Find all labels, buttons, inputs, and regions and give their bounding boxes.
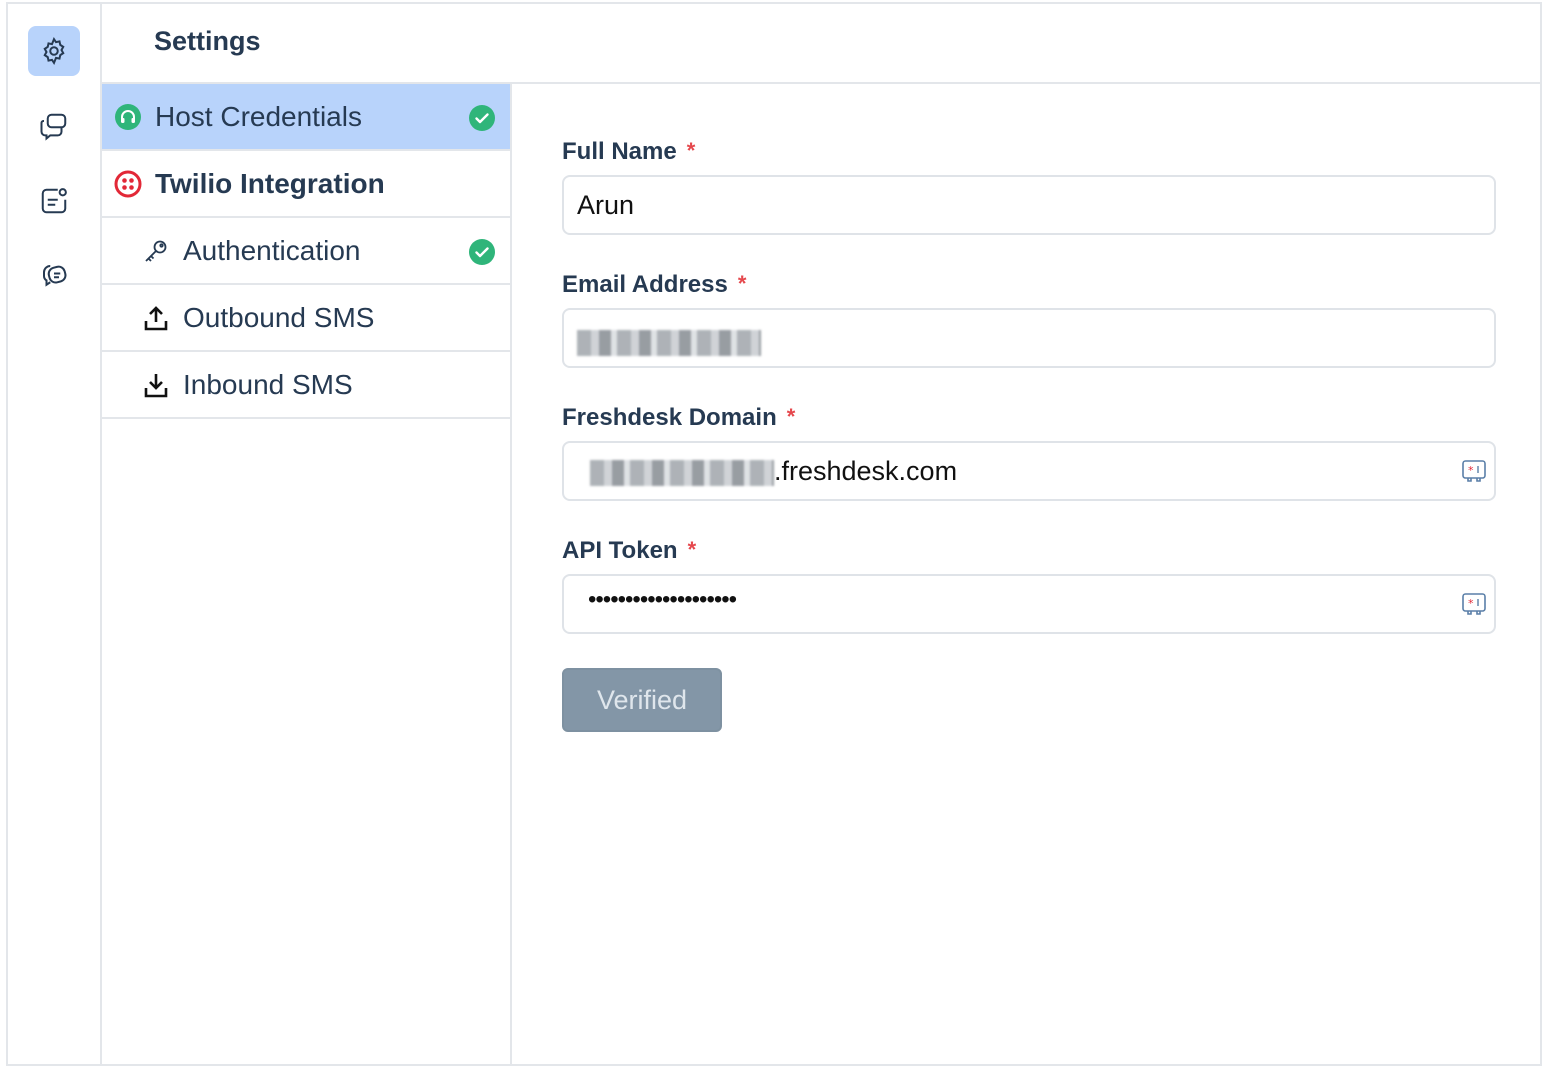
full-name-input[interactable]: Arun bbox=[562, 175, 1496, 235]
page-header: Settings bbox=[102, 4, 1540, 84]
nav-item-label: Inbound SMS bbox=[183, 368, 353, 400]
password-manager-icon[interactable]: * bbox=[1460, 590, 1488, 618]
api-token-label: API Token * bbox=[562, 537, 697, 564]
required-marker: * bbox=[737, 271, 747, 296]
page-title: Settings bbox=[154, 26, 261, 56]
nav-item-authentication[interactable]: Authentication bbox=[102, 218, 510, 285]
domain-input[interactable]: .freshdesk.com * bbox=[562, 441, 1496, 501]
domain-label: Freshdesk Domain * bbox=[562, 404, 796, 431]
rail-ai-button[interactable] bbox=[28, 251, 80, 301]
email-label: Email Address * bbox=[562, 271, 747, 298]
gear-icon bbox=[43, 36, 65, 66]
rail-conversations-button[interactable] bbox=[28, 101, 80, 151]
email-input[interactable] bbox=[562, 308, 1496, 368]
api-token-input[interactable]: •••••••••••••••••••• * bbox=[562, 574, 1496, 634]
upload-icon bbox=[144, 306, 168, 331]
headset-icon bbox=[115, 104, 141, 130]
contact-card-icon bbox=[41, 188, 67, 214]
settings-nav: Host Credentials Twilio Integration Auth… bbox=[102, 84, 512, 1064]
nav-item-inbound-sms[interactable]: Inbound SMS bbox=[102, 352, 510, 419]
credentials-form: Full Name * Arun Email Address * Freshdesk… bbox=[512, 84, 1540, 1064]
nav-item-label: Twilio Integration bbox=[155, 167, 385, 199]
left-rail bbox=[8, 4, 102, 1064]
nav-item-label: Outbound SMS bbox=[183, 301, 375, 333]
check-circle-icon bbox=[469, 239, 495, 265]
nav-item-host-credentials[interactable]: Host Credentials bbox=[102, 84, 510, 151]
required-marker: * bbox=[687, 537, 697, 562]
redacted-email bbox=[577, 329, 761, 356]
nav-item-twilio-integration[interactable]: Twilio Integration bbox=[102, 151, 510, 218]
domain-suffix: .freshdesk.com bbox=[774, 456, 958, 486]
rail-settings-button[interactable] bbox=[28, 26, 80, 76]
redacted-subdomain bbox=[590, 459, 774, 486]
full-name-value: Arun bbox=[577, 190, 635, 220]
twilio-logo-icon bbox=[114, 170, 142, 198]
nav-item-outbound-sms[interactable]: Outbound SMS bbox=[102, 285, 510, 352]
check-circle-icon bbox=[469, 105, 495, 131]
full-name-label: Full Name * bbox=[562, 138, 696, 165]
password-manager-icon[interactable]: * bbox=[1460, 457, 1488, 485]
svg-text:*: * bbox=[1468, 597, 1474, 610]
svg-text:*: * bbox=[1468, 464, 1474, 477]
required-marker: * bbox=[686, 138, 696, 163]
chat-bubbles-icon bbox=[40, 113, 67, 141]
app-window: Settings Host Credentials Twilio Integra… bbox=[6, 2, 1542, 1066]
download-icon bbox=[144, 374, 168, 398]
required-marker: * bbox=[786, 404, 796, 429]
nav-item-label: Host Credentials bbox=[155, 100, 362, 132]
nav-item-label: Authentication bbox=[183, 234, 361, 266]
key-icon bbox=[145, 240, 167, 262]
rail-contacts-button[interactable] bbox=[28, 176, 80, 226]
verified-button[interactable]: Verified bbox=[562, 668, 722, 732]
brain-chat-icon bbox=[42, 265, 67, 287]
api-token-value: •••••••••••••••••••• bbox=[588, 586, 737, 613]
